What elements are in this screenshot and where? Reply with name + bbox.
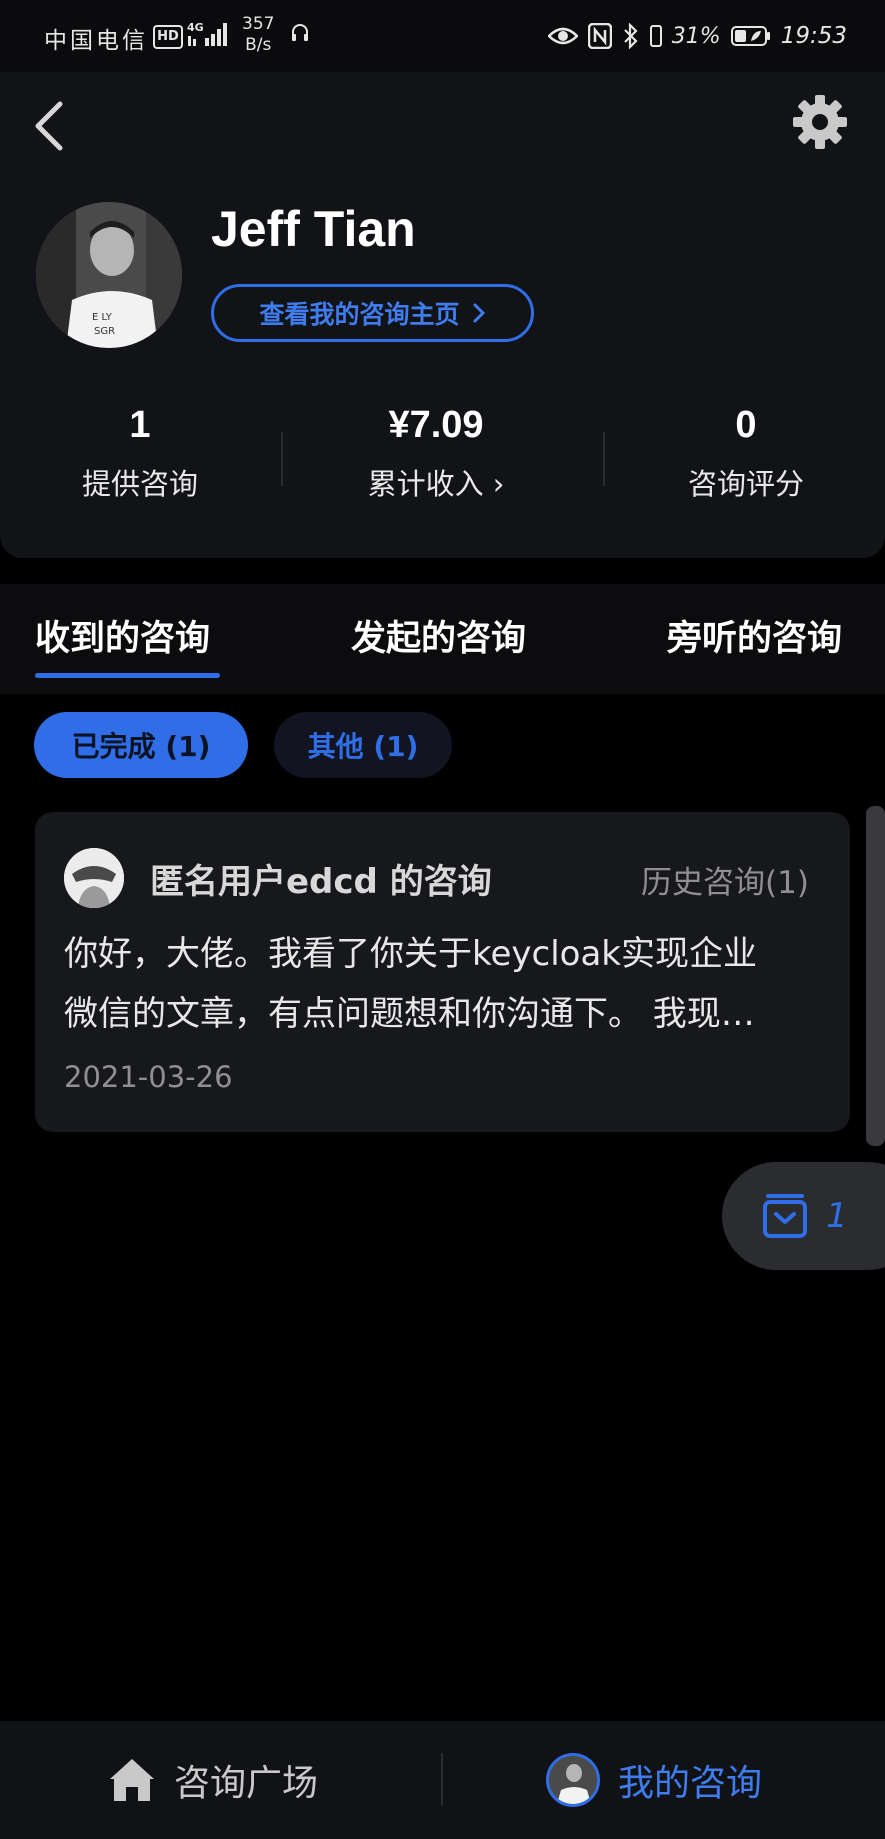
tab-listened[interactable]: 旁听的咨询 bbox=[667, 610, 842, 661]
svg-text:SGR: SGR bbox=[94, 326, 115, 337]
nav-avatar bbox=[546, 1753, 600, 1807]
chevron-left-icon bbox=[35, 101, 63, 151]
stat-divider bbox=[603, 432, 605, 486]
nav-mine-label: 我的咨询 bbox=[618, 1763, 763, 1804]
stat-label: 咨询评分 bbox=[687, 467, 804, 501]
consult-title: 匿名用户edcd 的咨询 bbox=[150, 862, 492, 902]
consult-preview-line: 你好，大佬。我看了你关于keycloak实现企业 bbox=[64, 934, 757, 974]
stat-divider bbox=[281, 432, 283, 486]
signal-icon: 4G bbox=[187, 20, 231, 48]
bluetooth-icon bbox=[622, 23, 640, 49]
anonymous-user-icon bbox=[64, 848, 124, 908]
consult-preview-line: 微信的文章，有点问题想和你沟通下。 我现… bbox=[64, 994, 755, 1034]
stat-label: 提供咨询 bbox=[81, 467, 198, 501]
home-icon bbox=[110, 1759, 154, 1801]
stat-consult-count: 1 提供咨询 bbox=[10, 404, 270, 503]
scrollbar[interactable] bbox=[866, 806, 885, 1146]
clock: 19:53 bbox=[780, 23, 847, 49]
floating-inbox-button[interactable]: 1 bbox=[722, 1162, 885, 1270]
floating-count: 1 bbox=[826, 1196, 848, 1236]
status-bar: 中国电信 HD 4G 357 B/s 31% 19:53 bbox=[0, 0, 885, 72]
vibrate-battery-icon bbox=[649, 24, 662, 48]
person-photo-icon: E LY SGR bbox=[36, 202, 182, 348]
consult-date: 2021-03-26 bbox=[64, 1060, 233, 1094]
stat-income[interactable]: ¥7.09 累计收入 › bbox=[306, 404, 566, 503]
stat-value: 1 bbox=[129, 404, 151, 446]
hd-badge: HD bbox=[153, 25, 183, 49]
nav-divider bbox=[441, 1753, 443, 1805]
headset-icon bbox=[290, 23, 310, 43]
eye-icon bbox=[547, 26, 578, 46]
view-homepage-label: 查看我的咨询主页 bbox=[259, 300, 460, 329]
consult-preview: 你好，大佬。我看了你关于keycloak实现企业 微信的文章，有点问题想和你沟通… bbox=[64, 924, 824, 1044]
filter-other[interactable]: 其他 (1) bbox=[274, 712, 452, 778]
back-button[interactable] bbox=[30, 98, 70, 154]
nfc-icon bbox=[587, 23, 612, 49]
net-speed: 357 B/s bbox=[242, 14, 275, 55]
nav-plaza-label: 咨询广场 bbox=[174, 1763, 319, 1804]
filter-completed[interactable]: 已完成 (1) bbox=[34, 712, 248, 778]
gear-icon bbox=[793, 95, 847, 149]
svg-text:E LY: E LY bbox=[92, 312, 113, 323]
carrier-name: 中国电信 bbox=[44, 28, 148, 54]
battery-percent: 31% bbox=[671, 23, 721, 49]
settings-button[interactable] bbox=[792, 94, 848, 150]
profile-name: Jeff Tian bbox=[211, 201, 416, 257]
tab-active-indicator bbox=[35, 673, 220, 678]
tab-received[interactable]: 收到的咨询 bbox=[35, 610, 210, 661]
inbox-icon bbox=[763, 1194, 807, 1238]
status-right: 31% 19:53 bbox=[547, 20, 847, 52]
stat-label: 累计收入 › bbox=[367, 467, 505, 501]
stat-value: ¥7.09 bbox=[388, 404, 484, 446]
tab-initiated[interactable]: 发起的咨询 bbox=[351, 610, 526, 661]
svg-text:4G: 4G bbox=[187, 21, 204, 34]
battery-icon bbox=[730, 25, 771, 47]
history-count[interactable]: 历史咨询(1) bbox=[641, 857, 809, 902]
view-homepage-button[interactable]: 查看我的咨询主页 bbox=[211, 284, 534, 342]
person-photo-icon bbox=[549, 1756, 597, 1804]
chevron-right-icon bbox=[473, 303, 485, 323]
nav-my-consult[interactable]: 我的咨询 bbox=[546, 1751, 762, 1809]
stat-value: 0 bbox=[735, 404, 757, 446]
anonymous-avatar bbox=[64, 848, 124, 908]
stat-rating: 0 咨询评分 bbox=[616, 404, 876, 503]
avatar[interactable]: E LY SGR bbox=[36, 202, 182, 348]
nav-consult-plaza[interactable]: 咨询广场 bbox=[108, 1751, 318, 1809]
